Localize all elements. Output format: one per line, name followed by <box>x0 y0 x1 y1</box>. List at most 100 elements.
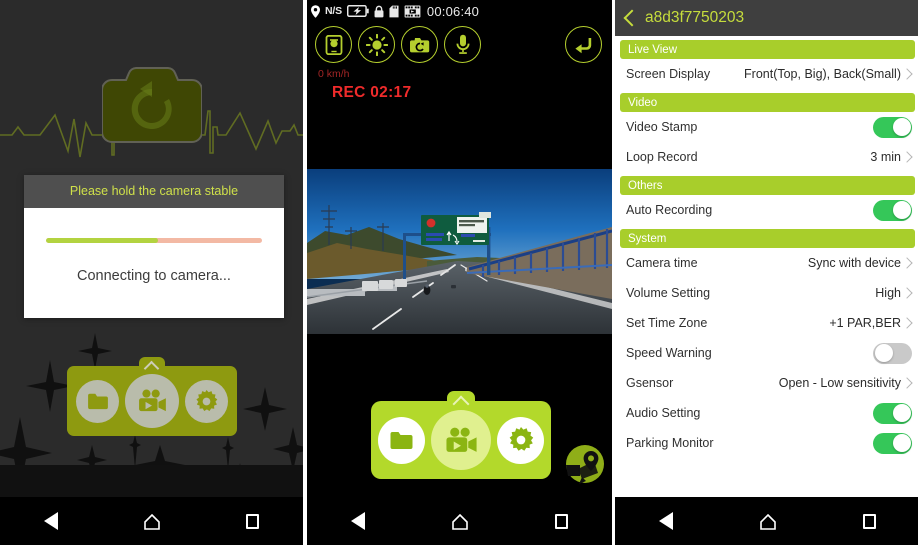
settings-section-header: Others <box>620 176 915 195</box>
toggle-knob <box>874 344 893 362</box>
video-camera-icon[interactable] <box>431 410 491 470</box>
android-navbar <box>615 497 918 545</box>
settings-row-control: +1 PAR,BER <box>829 316 912 330</box>
battery-charging-icon <box>346 5 369 17</box>
chevron-right-icon <box>903 287 912 299</box>
settings-row-label: Video Stamp <box>626 120 698 134</box>
video-preview[interactable] <box>307 169 612 334</box>
settings-row-value: +1 PAR,BER <box>829 316 901 330</box>
settings-row[interactable]: Camera time Sync with device <box>615 248 918 278</box>
chevron-right-icon <box>903 68 912 80</box>
settings-row-value: 3 min <box>870 150 901 164</box>
square-recents-icon <box>554 513 568 529</box>
settings-row-value: Open - Low sensitivity <box>778 376 901 390</box>
dialog-body: Connecting to camera... <box>24 208 284 318</box>
gear-icon[interactable] <box>185 379 228 423</box>
navbar-back-button[interactable] <box>642 497 690 545</box>
settings-row-control <box>873 402 912 424</box>
settings-row[interactable]: Screen Display Front(Top, Big), Back(Smal… <box>615 59 918 89</box>
back-triangle-icon <box>43 512 58 530</box>
settings-row[interactable]: Audio Setting <box>615 398 918 428</box>
camera-switch-icon[interactable] <box>401 26 438 63</box>
settings-toggle[interactable] <box>873 199 912 221</box>
settings-toggle[interactable] <box>873 432 912 454</box>
settings-row[interactable]: Gsensor Open - Low sensitivity <box>615 368 918 398</box>
sd-card-icon <box>389 5 399 18</box>
settings-list[interactable]: Live View Screen Display Front(Top, Big), … <box>615 36 918 497</box>
navbar-back-button[interactable] <box>334 497 382 545</box>
settings-row[interactable]: Auto Recording <box>615 195 918 225</box>
folder-icon[interactable] <box>378 416 425 464</box>
bottom-toolbar-dimmed[interactable] <box>67 357 237 436</box>
speed-readout: 0 km/h <box>318 68 350 80</box>
settings-row-control: Open - Low sensitivity <box>779 376 912 390</box>
gear-icon[interactable] <box>497 416 544 464</box>
video-camera-icon[interactable] <box>125 374 179 428</box>
panel-connecting-screen: Please hold the camera stable Connecting… <box>0 0 303 545</box>
navbar-home-button[interactable] <box>435 497 483 545</box>
dialog-message: Connecting to camera... <box>77 268 231 284</box>
navbar-back-button[interactable] <box>27 497 75 545</box>
return-arrow-icon[interactable] <box>565 26 602 63</box>
settings-row-control <box>873 116 912 138</box>
settings-section-header: System <box>620 229 915 248</box>
toggle-knob <box>892 118 911 136</box>
android-navbar <box>0 497 303 545</box>
toggle-knob <box>892 434 911 452</box>
settings-row-control <box>873 342 912 364</box>
settings-row-control: 3 min <box>870 150 912 164</box>
navbar-home-button[interactable] <box>743 497 791 545</box>
settings-toggle[interactable] <box>873 342 912 364</box>
bottom-toolbar[interactable] <box>371 391 551 479</box>
settings-row[interactable]: Loop Record 3 min <box>615 142 918 172</box>
camera-status-bar: N/S 00:06:40 <box>307 0 612 22</box>
lock-icon <box>374 5 384 18</box>
navbar-recents-button[interactable] <box>229 497 277 545</box>
chevron-right-icon <box>903 151 912 163</box>
camera-clock: 00:06:40 <box>426 3 480 19</box>
page-title: a8d3f7750203 <box>645 9 745 26</box>
section-title: System <box>628 232 667 245</box>
home-icon <box>452 513 468 530</box>
location-pin-icon <box>311 4 320 18</box>
settings-row[interactable]: Video Stamp <box>615 112 918 142</box>
chevron-right-icon <box>903 377 912 389</box>
section-title: Others <box>628 179 663 192</box>
settings-row-value: Sync with device <box>807 256 901 270</box>
settings-toggle[interactable] <box>873 402 912 424</box>
navbar-recents-button[interactable] <box>537 497 585 545</box>
settings-row-label: Speed Warning <box>626 346 712 360</box>
navbar-home-button[interactable] <box>128 497 176 545</box>
settings-row-control: High <box>875 286 912 300</box>
back-chevron-icon[interactable] <box>624 9 636 27</box>
panel-live-view: N/S 00:06:40 0 km/h REC 02:17 <box>307 0 612 545</box>
settings-row[interactable]: Speed Warning <box>615 338 918 368</box>
phone-snapshot-icon[interactable] <box>315 26 352 63</box>
live-view-controls <box>315 26 481 63</box>
panel-settings: a8d3f7750203 Live View Screen Display Fron… <box>615 0 918 545</box>
settings-row[interactable]: Set Time Zone +1 PAR,BER <box>615 308 918 338</box>
section-title: Live View <box>628 43 678 56</box>
live-view-back-button[interactable] <box>565 26 602 63</box>
settings-toggle[interactable] <box>873 116 912 138</box>
settings-row-control: Sync with device <box>808 256 912 270</box>
progress-bar <box>46 238 262 243</box>
microphone-icon[interactable] <box>444 26 481 63</box>
chevron-right-icon <box>903 257 912 269</box>
brightness-icon[interactable] <box>358 26 395 63</box>
settings-row-value: Front(Top, Big), Back(Small) <box>744 67 901 81</box>
settings-row[interactable]: Parking Monitor <box>615 428 918 458</box>
folder-icon[interactable] <box>76 379 119 423</box>
section-title: Video <box>628 96 658 109</box>
settings-row-control <box>873 432 912 454</box>
settings-row-label: Screen Display <box>626 67 711 81</box>
settings-row-label: Parking Monitor <box>626 436 714 450</box>
settings-row-label: Loop Record <box>626 150 698 164</box>
settings-row[interactable]: Volume Setting High <box>615 278 918 308</box>
map-pin-icon[interactable] <box>564 443 606 485</box>
navbar-recents-button[interactable] <box>845 497 893 545</box>
screenshot-stage: Please hold the camera stable Connecting… <box>0 0 918 545</box>
home-icon <box>760 513 776 530</box>
back-triangle-icon <box>658 512 673 530</box>
settings-section-header: Video <box>620 93 915 112</box>
